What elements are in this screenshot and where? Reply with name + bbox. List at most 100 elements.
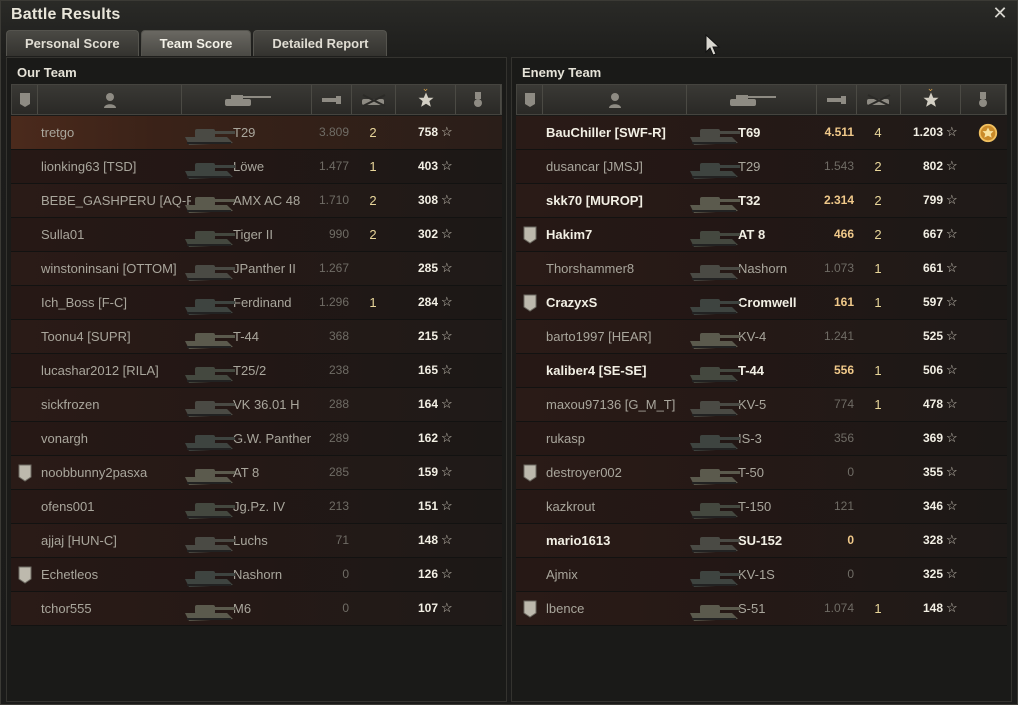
title-bar: Battle Results ✕ [1, 1, 1017, 29]
player-row[interactable]: skk70 [MUROP] T32 2.314 2 799 ☆ [516, 184, 1007, 218]
player-row[interactable]: ofens001 Jg.Pz. IV 213 151 ☆ [11, 490, 502, 524]
experience-value: 403 [417, 159, 438, 173]
player-name: Thorshammer8 [546, 261, 635, 276]
damage-value: 0 [847, 533, 854, 547]
kills-value: 1 [874, 363, 882, 378]
experience-star-icon: ☆ [441, 464, 453, 479]
player-row[interactable]: lucashar2012 [RILA] T25/2 238 165 ☆ [11, 354, 502, 388]
experience-star-icon: ☆ [946, 192, 958, 207]
tab-team-score[interactable]: Team Score [140, 30, 252, 56]
damage-value: 121 [833, 499, 854, 513]
tank-column-header[interactable] [182, 85, 312, 114]
player-row[interactable]: Hakim7 AT 8 466 2 667 ☆ [516, 218, 1007, 252]
medal-icon[interactable] [977, 122, 999, 144]
experience-value: 164 [417, 397, 438, 411]
player-row[interactable]: barto1997 [HEAR] KV-4 1.241 525 ☆ [516, 320, 1007, 354]
experience-star-icon: ☆ [441, 362, 453, 377]
player-row[interactable]: maxou97136 [G_M_T] KV-5 774 1 478 ☆ [516, 388, 1007, 422]
squad-badge-icon [522, 294, 538, 312]
kills-column-header[interactable] [352, 85, 396, 114]
experience-column-header[interactable]: ⌄ [901, 83, 961, 114]
tank-icon [686, 389, 742, 421]
experience-star-icon: ☆ [946, 362, 958, 377]
player-row[interactable]: lionking63 [TSD] Löwe 1.477 1 403 ☆ [11, 150, 502, 184]
player-row[interactable]: BauChiller [SWF-R] T69 4.511 4 1.203 ☆ [516, 116, 1007, 150]
damage-value: 556 [833, 363, 854, 377]
player-row[interactable]: Toonu4 [SUPR] T-44 368 215 ☆ [11, 320, 502, 354]
medal-column-header[interactable] [961, 85, 1006, 114]
damage-value: 466 [833, 227, 854, 241]
tank-icon [686, 185, 742, 217]
player-row[interactable]: CrazyxS Cromwell 161 1 597 ☆ [516, 286, 1007, 320]
window-title: Battle Results [11, 6, 121, 23]
player-row[interactable]: lbence S-51 1.074 1 148 ☆ [516, 592, 1007, 626]
player-row[interactable]: BEBE_GASHPERU [AQ-R.. AMX AC 48 1.710 2 308 ☆ [11, 184, 502, 218]
player-column-header[interactable] [543, 85, 687, 114]
experience-star-icon: ☆ [441, 600, 453, 615]
damage-value: 285 [328, 465, 349, 479]
medal-column-header[interactable] [456, 85, 501, 114]
player-row[interactable]: kazkrout T-150 121 346 ☆ [516, 490, 1007, 524]
experience-value: 302 [417, 227, 438, 241]
player-row[interactable]: Ajmix KV-1S 0 325 ☆ [516, 558, 1007, 592]
player-row[interactable]: Thorshammer8 Nashorn 1.073 1 661 ☆ [516, 252, 1007, 286]
squad-column-header[interactable] [12, 85, 38, 114]
damage-column-header[interactable] [817, 85, 857, 114]
damage-column-header[interactable] [312, 85, 352, 114]
kills-value: 1 [874, 261, 882, 276]
player-row[interactable]: Sulla01 Tiger II 990 2 302 ☆ [11, 218, 502, 252]
tank-column-header[interactable] [687, 85, 817, 114]
kills-column-header[interactable] [857, 85, 901, 114]
player-row[interactable]: kaliber4 [SE-SE] T-44 556 1 506 ☆ [516, 354, 1007, 388]
tank-icon [686, 593, 742, 625]
player-name: skk70 [MUROP] [546, 193, 643, 208]
tab-personal-score[interactable]: Personal Score [6, 30, 139, 56]
experience-star-icon: ☆ [441, 532, 453, 547]
our-team-panel: Our Team ⌄ tretgo T29 3.809 2 758 ☆ lionking63… [6, 57, 507, 702]
player-row[interactable]: Ich_Boss [F-C] Ferdinand 1.296 1 284 ☆ [11, 286, 502, 320]
damage-value: 368 [328, 329, 349, 343]
tab-detailed-report[interactable]: Detailed Report [253, 30, 388, 56]
player-row[interactable]: rukasp IS-3 356 369 ☆ [516, 422, 1007, 456]
player-row[interactable]: winstoninsani [OTTOM] JPanther II 1.267 285… [11, 252, 502, 286]
tank-icon [686, 457, 742, 489]
player-row[interactable]: destroyer002 T-50 0 355 ☆ [516, 456, 1007, 490]
experience-value: 328 [922, 533, 943, 547]
experience-value: 151 [417, 499, 438, 513]
player-row[interactable]: tretgo T29 3.809 2 758 ☆ [11, 116, 502, 150]
player-row[interactable]: mario1613 SU-152 0 328 ☆ [516, 524, 1007, 558]
player-row[interactable]: tchor555 M6 0 107 ☆ [11, 592, 502, 626]
player-name: BauChiller [SWF-R] [546, 125, 666, 140]
player-column-header[interactable] [38, 85, 182, 114]
experience-column-header[interactable]: ⌄ [396, 83, 456, 114]
player-row[interactable]: Echetleos Nashorn 0 126 ☆ [11, 558, 502, 592]
kills-value: 4 [874, 125, 882, 140]
damage-value: 289 [328, 431, 349, 445]
enemy-team-header: ⌄ [516, 83, 1007, 115]
tank-icon [181, 321, 237, 353]
player-name: noobbunny2pasxa [41, 465, 148, 480]
experience-value: 355 [922, 465, 943, 479]
squad-badge-icon [522, 226, 538, 244]
player-row[interactable]: noobbunny2pasxa AT 8 285 159 ☆ [11, 456, 502, 490]
player-name: dusancar [JMSJ] [546, 159, 643, 174]
player-row[interactable]: ajjaj [HUN-C] Luchs 71 148 ☆ [11, 524, 502, 558]
damage-value: 1.074 [823, 601, 854, 615]
experience-value: 308 [417, 193, 438, 207]
experience-star-icon: ☆ [946, 158, 958, 173]
kills-value: 2 [369, 227, 377, 242]
squad-badge-icon [522, 600, 538, 618]
experience-star-icon: ☆ [946, 260, 958, 275]
tank-icon [686, 253, 742, 285]
experience-star-icon: ☆ [441, 566, 453, 581]
tank-icon [181, 491, 237, 523]
player-row[interactable]: vonargh G.W. Panther 289 162 ☆ [11, 422, 502, 456]
close-icon[interactable]: ✕ [991, 4, 1009, 22]
player-name: ajjaj [HUN-C] [41, 533, 117, 548]
player-row[interactable]: dusancar [JMSJ] T29 1.543 2 802 ☆ [516, 150, 1007, 184]
damage-value: 990 [328, 227, 349, 241]
player-name: lucashar2012 [RILA] [41, 363, 159, 378]
tank-icon [181, 219, 237, 251]
player-row[interactable]: sickfrozen VK 36.01 H 288 164 ☆ [11, 388, 502, 422]
squad-column-header[interactable] [517, 85, 543, 114]
